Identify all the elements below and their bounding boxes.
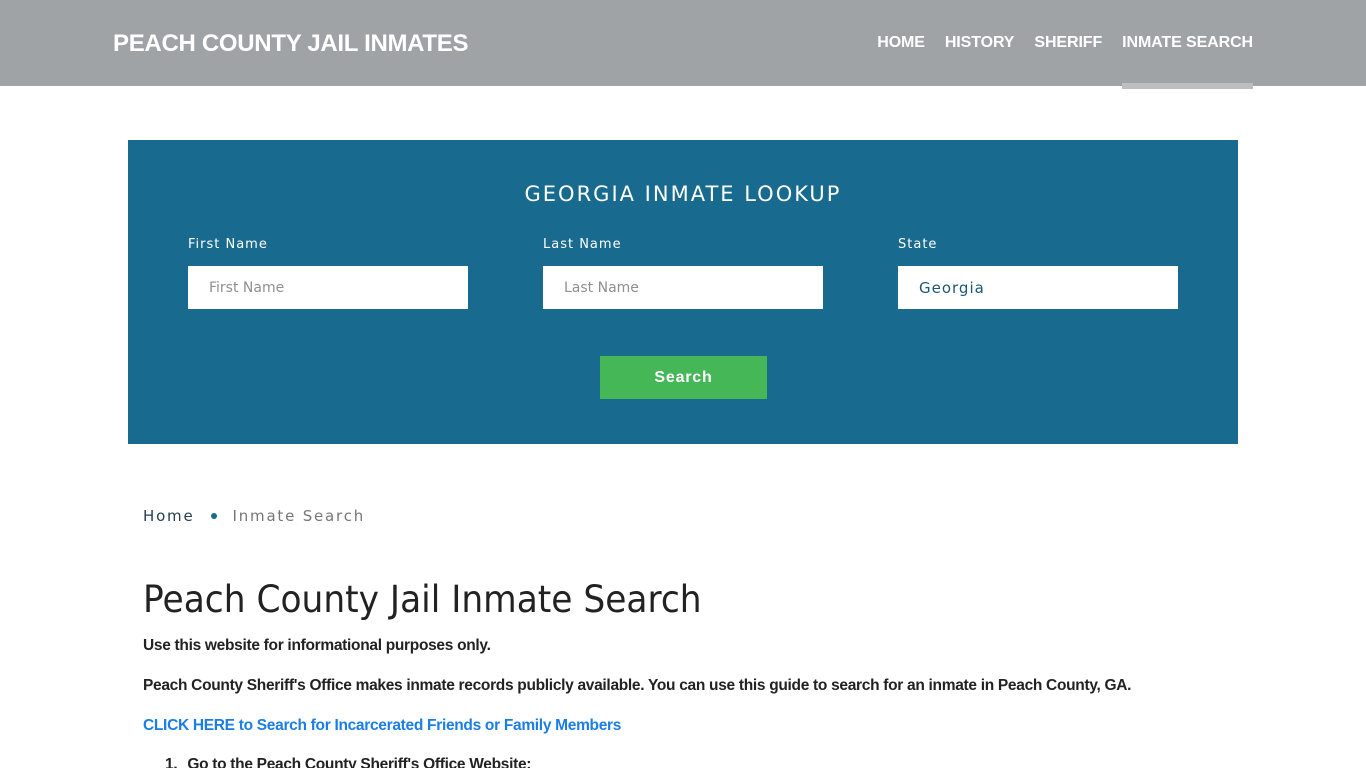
breadcrumb-home-link[interactable]: Home — [143, 507, 195, 525]
step-item: 1. Go to the Peach County Sheriff's Offi… — [165, 756, 531, 768]
lookup-title: GEORGIA INMATE LOOKUP — [524, 182, 842, 206]
page-title: Peach County Jail Inmate Search — [143, 578, 702, 621]
steps-list: 1. Go to the Peach County Sheriff's Offi… — [165, 756, 531, 768]
nav-inmate-search[interactable]: INMATE SEARCH — [1122, 0, 1253, 89]
step-number: 1. — [165, 756, 178, 768]
nav-sheriff[interactable]: SHERIFF — [1034, 0, 1102, 86]
nav-history[interactable]: HISTORY — [945, 0, 1015, 86]
last-name-field: Last Name — [543, 237, 823, 309]
last-name-label: Last Name — [543, 237, 622, 252]
breadcrumb-separator-dot-icon — [210, 513, 217, 519]
state-label: State — [898, 237, 938, 252]
intro-paragraph: Peach County Sheriff's Office makes inma… — [143, 677, 1132, 694]
search-button[interactable]: Search — [600, 356, 767, 399]
step-text: Go to the Peach County Sheriff's Office … — [187, 756, 532, 768]
site-header: PEACH COUNTY JAIL INMATES HOME HISTORY S… — [0, 0, 1366, 89]
search-friends-family-link[interactable]: CLICK HERE to Search for Incarcerated Fr… — [143, 717, 621, 735]
site-logo-link[interactable]: PEACH COUNTY JAIL INMATES — [113, 30, 469, 58]
state-input[interactable] — [898, 266, 1178, 309]
last-name-input[interactable] — [543, 266, 823, 309]
disclaimer-paragraph: Use this website for informational purpo… — [143, 637, 491, 654]
nav-home[interactable]: HOME — [877, 0, 925, 86]
state-field: State — [898, 237, 1178, 309]
first-name-label: First Name — [188, 237, 268, 252]
inmate-lookup-form: GEORGIA INMATE LOOKUP First Name Last Na… — [128, 140, 1238, 444]
first-name-input[interactable] — [188, 266, 468, 309]
breadcrumb: Home Inmate Search — [143, 507, 365, 525]
first-name-field: First Name — [188, 237, 468, 309]
main-nav: HOME HISTORY SHERIFF INMATE SEARCH — [877, 0, 1253, 89]
breadcrumb-current: Inmate Search — [232, 507, 366, 525]
